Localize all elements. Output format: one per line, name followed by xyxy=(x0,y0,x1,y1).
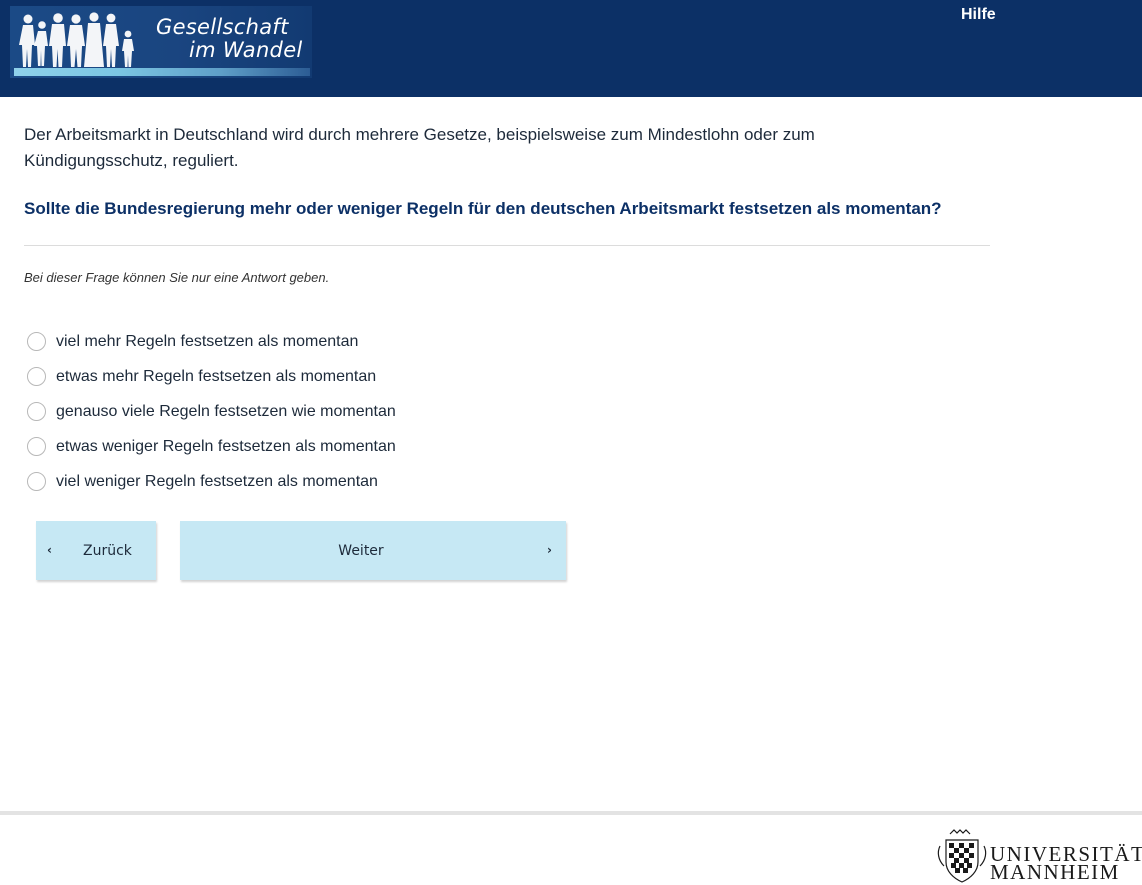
university-name-line2: MANNHEIM xyxy=(990,860,1120,884)
footer-divider xyxy=(0,811,1142,815)
answer-option[interactable]: etwas mehr Regeln festsetzen als momenta… xyxy=(27,359,396,394)
header-bar: Gesellschaft im Wandel Hilfe xyxy=(0,0,1142,97)
divider xyxy=(24,245,990,246)
answer-option-label[interactable]: etwas mehr Regeln festsetzen als momenta… xyxy=(56,368,376,386)
family-silhouette-icon xyxy=(19,12,134,67)
radio-button[interactable] xyxy=(27,332,46,351)
help-link[interactable]: Hilfe xyxy=(961,6,996,24)
answer-option-label[interactable]: genauso viele Regeln festsetzen wie mome… xyxy=(56,403,396,421)
question-intro-text: Der Arbeitsmarkt in Deutschland wird dur… xyxy=(24,125,815,170)
answer-option-label[interactable]: viel mehr Regeln festsetzen als momentan xyxy=(56,333,358,351)
radio-button[interactable] xyxy=(27,402,46,421)
next-button-label: Weiter xyxy=(338,543,384,559)
universitaet-mannheim-logo: UNIVERSITÄT MANNHEIM xyxy=(936,828,1142,885)
logo-band xyxy=(14,68,310,76)
answer-option-label[interactable]: etwas weniger Regeln festsetzen als mome… xyxy=(56,438,396,456)
answer-instruction: Bei dieser Frage können Sie nur eine Ant… xyxy=(24,270,330,285)
answer-option[interactable]: viel weniger Regeln festsetzen als momen… xyxy=(27,464,396,499)
logo-title-line1: Gesellschaft xyxy=(156,15,289,39)
answer-option-label[interactable]: viel weniger Regeln festsetzen als momen… xyxy=(56,473,378,491)
answer-options-list: viel mehr Regeln festsetzen als momentan… xyxy=(27,324,396,499)
answer-option[interactable]: genauso viele Regeln festsetzen wie mome… xyxy=(27,394,396,429)
chevron-left-icon: ‹ xyxy=(47,543,52,557)
back-button[interactable]: ‹ Zurück xyxy=(36,521,156,580)
question-title: Sollte die Bundesregierung mehr oder wen… xyxy=(24,199,942,218)
radio-button[interactable] xyxy=(27,367,46,386)
university-crest-icon xyxy=(937,829,987,883)
radio-button[interactable] xyxy=(27,472,46,491)
answer-option[interactable]: viel mehr Regeln festsetzen als momentan xyxy=(27,324,396,359)
back-button-label: Zurück xyxy=(83,543,132,559)
gesellschaft-im-wandel-logo: Gesellschaft im Wandel xyxy=(10,6,312,78)
radio-button[interactable] xyxy=(27,437,46,456)
logo-title-line2: im Wandel xyxy=(189,38,303,62)
answer-option[interactable]: etwas weniger Regeln festsetzen als mome… xyxy=(27,429,396,464)
next-button[interactable]: Weiter › xyxy=(180,521,566,580)
chevron-right-icon: › xyxy=(547,543,552,557)
